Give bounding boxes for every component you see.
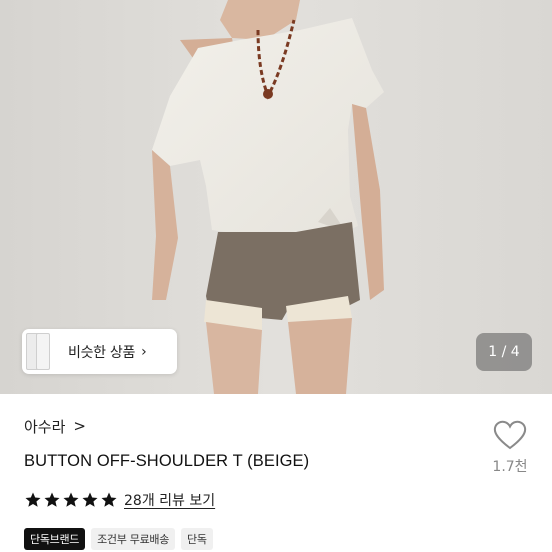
like-button[interactable]: 1.7천	[484, 420, 536, 476]
image-page-counter: 1 / 4	[476, 333, 532, 371]
star-icon	[82, 492, 98, 507]
product-tags: 단독브랜드 조건부 무료배송 단독	[24, 528, 213, 550]
tag-exclusive: 단독	[181, 528, 213, 550]
star-icon	[25, 492, 41, 507]
star-icon	[63, 492, 79, 507]
product-title: BUTTON OFF-SHOULDER T (BEIGE)	[24, 452, 310, 470]
star-icon	[44, 492, 60, 507]
star-icon	[101, 492, 117, 507]
similar-products-button[interactable]: 비슷한 상품 ›	[22, 329, 177, 374]
brand-name: 아수라	[24, 417, 66, 436]
heart-outline-icon	[493, 420, 527, 450]
chevron-right-icon: >	[73, 417, 86, 435]
review-link[interactable]: 28개 리뷰 보기	[124, 490, 215, 510]
rating-row[interactable]: 28개 리뷰 보기	[24, 488, 215, 512]
chevron-right-icon: ›	[141, 343, 147, 360]
like-count: 1.7천	[492, 459, 528, 475]
brand-link[interactable]: 아수라 >	[24, 414, 86, 438]
similar-products-label: 비슷한 상품	[68, 344, 136, 361]
rating-stars	[24, 491, 118, 509]
similar-products-thumbnail-icon	[22, 329, 52, 374]
product-image-gallery[interactable]: 비슷한 상품 › 1 / 4	[0, 0, 552, 394]
tag-conditional-free-shipping: 조건부 무료배송	[91, 528, 176, 550]
tag-exclusive-brand: 단독브랜드	[24, 528, 86, 550]
